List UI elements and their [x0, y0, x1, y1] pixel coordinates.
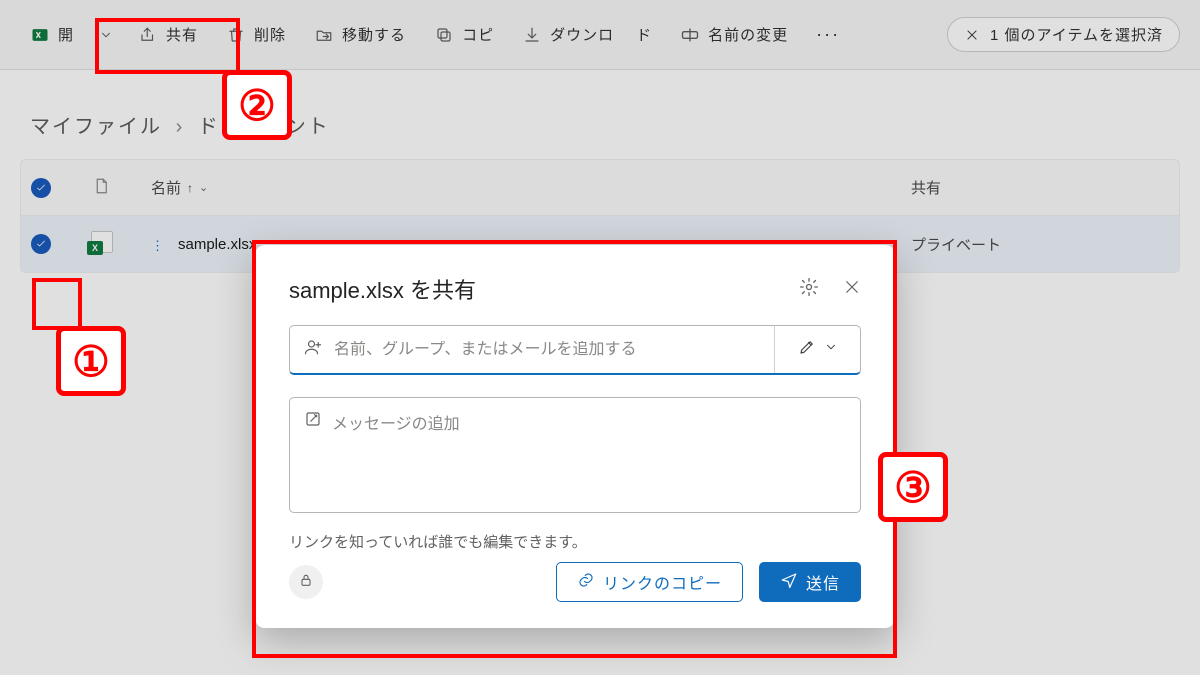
settings-button[interactable]: [799, 277, 819, 302]
rename-label: 名前の変更: [708, 24, 788, 45]
copy-label: コピ: [462, 24, 494, 45]
file-share-status: プライベート: [911, 237, 1001, 254]
selection-indicator[interactable]: 1 個のアイテムを選択済: [947, 17, 1180, 52]
message-field[interactable]: メッセージの追加: [289, 397, 861, 513]
chevron-down-icon: [96, 25, 116, 45]
clear-selection-icon[interactable]: [964, 27, 980, 43]
compose-icon: [304, 410, 322, 500]
open-label: 開: [58, 24, 74, 45]
selection-text: 1 個のアイテムを選択済: [990, 24, 1163, 45]
download-label: ダウンロ: [550, 24, 614, 45]
col-share-label[interactable]: 共有: [911, 180, 941, 197]
send-button[interactable]: 送信: [759, 562, 861, 602]
move-button[interactable]: 移動する: [304, 18, 416, 51]
recipient-input[interactable]: [334, 341, 760, 359]
excel-icon: [30, 25, 50, 45]
copy-link-button[interactable]: リンクのコピー: [556, 562, 743, 602]
chevron-right-icon: ›: [176, 116, 185, 138]
close-icon: [843, 280, 861, 300]
share-icon: [138, 25, 158, 45]
recipient-field[interactable]: [290, 326, 774, 373]
send-label: 送信: [806, 570, 840, 594]
gear-icon: [799, 281, 819, 301]
permission-dropdown[interactable]: [774, 326, 860, 373]
trash-icon: [226, 25, 246, 45]
delete-label: 削除: [254, 24, 286, 45]
share-button[interactable]: 共有: [128, 18, 208, 51]
copy-button[interactable]: コピ: [424, 18, 504, 51]
link-icon: [577, 571, 595, 594]
col-name-label[interactable]: 名前: [151, 177, 181, 198]
person-add-icon: [304, 338, 322, 361]
pencil-icon: [798, 338, 816, 361]
copy-link-label: リンクのコピー: [603, 570, 722, 594]
message-placeholder: メッセージの追加: [332, 410, 460, 500]
row-checkbox[interactable]: [31, 234, 51, 254]
file-name[interactable]: sample.xlsx: [178, 236, 256, 253]
chevron-down-icon: [824, 340, 838, 359]
send-icon: [780, 571, 798, 594]
xlsx-file-icon: X: [91, 231, 113, 253]
lock-icon: [298, 572, 314, 593]
dialog-title: sample.xlsx を共有: [289, 273, 476, 305]
share-label: 共有: [166, 24, 198, 45]
link-permission-info: リンクを知っていれば誰でも編集できます。: [289, 531, 861, 552]
chevron-down-icon[interactable]: ⌄: [199, 181, 208, 194]
download-label-suffix: ド: [636, 24, 652, 45]
file-list-header: 名前 ↑ ⌄ 共有: [21, 160, 1179, 216]
open-button[interactable]: 開: [20, 18, 84, 51]
rename-icon: [680, 25, 700, 45]
command-toolbar: 開 共有 削除 移動する コピ ダウンロ ド: [0, 0, 1200, 70]
rename-button[interactable]: 名前の変更: [670, 18, 798, 51]
sort-asc-icon[interactable]: ↑: [187, 181, 193, 195]
share-dialog: sample.xlsx を共有: [255, 245, 895, 628]
download-button[interactable]: ダウンロ ド: [512, 18, 662, 51]
more-label: ···: [816, 24, 840, 45]
close-button[interactable]: [843, 278, 861, 301]
select-all-checkbox[interactable]: [31, 178, 51, 198]
move-label: 移動する: [342, 24, 406, 45]
breadcrumb-current: ドキュメント: [198, 116, 330, 138]
link-settings-chip[interactable]: [289, 565, 323, 599]
more-button[interactable]: ···: [806, 24, 850, 45]
annotation-number-1: ①: [56, 326, 126, 396]
download-icon: [522, 25, 542, 45]
open-dropdown[interactable]: [92, 19, 120, 51]
breadcrumb-root[interactable]: マイファイル: [30, 116, 162, 138]
drag-handle-icon[interactable]: [151, 236, 168, 253]
annotation-box-row-check: [32, 278, 82, 330]
delete-button[interactable]: 削除: [216, 18, 296, 51]
copy-icon: [434, 25, 454, 45]
folder-move-icon: [314, 25, 334, 45]
file-type-icon: [91, 176, 111, 196]
breadcrumb: マイファイル › ドキュメント: [0, 70, 1200, 159]
